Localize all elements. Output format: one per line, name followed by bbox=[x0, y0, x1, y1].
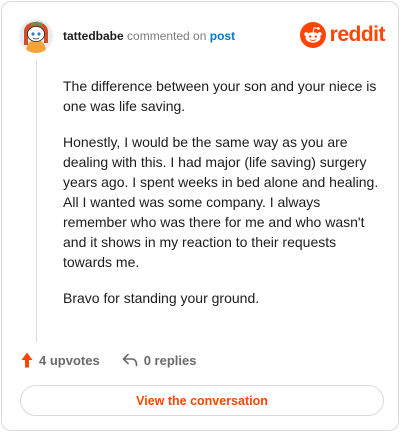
upvote-arrow-icon bbox=[21, 352, 33, 368]
upvote-button[interactable]: 4 upvotes bbox=[21, 352, 100, 368]
view-conversation-button[interactable]: View the conversation bbox=[20, 385, 384, 416]
comment-paragraph: Bravo for standing your ground. bbox=[63, 290, 260, 306]
post-link[interactable]: post bbox=[210, 29, 235, 43]
comment-paragraph: Honestly, I would be the same way as you… bbox=[63, 134, 379, 270]
author-name[interactable]: tattedbabe bbox=[63, 29, 124, 43]
reddit-brand[interactable]: reddit bbox=[299, 22, 386, 48]
upvote-count: 4 upvotes bbox=[39, 352, 100, 368]
comment-paragraph: The difference between your son and your… bbox=[63, 78, 377, 114]
reply-button[interactable]: 0 replies bbox=[122, 352, 197, 368]
reddit-wordmark: reddit bbox=[329, 23, 386, 46]
reply-count: 0 replies bbox=[143, 352, 197, 368]
byline: tattedbabe commented on post bbox=[63, 29, 235, 43]
reply-arrow-icon bbox=[122, 353, 137, 367]
avatar[interactable] bbox=[19, 19, 53, 53]
thread-line bbox=[36, 60, 37, 342]
commented-on-text: commented on bbox=[127, 29, 207, 43]
comment-header: tattedbabe commented on post reddit bbox=[19, 19, 386, 53]
comment-actions: 4 upvotes 0 replies bbox=[21, 350, 196, 370]
comment-body: The difference between your son and your… bbox=[63, 76, 383, 324]
snoo-avatar-icon bbox=[19, 19, 53, 53]
reddit-logo-icon bbox=[299, 22, 326, 48]
comment-card: tattedbabe commented on post reddit The … bbox=[1, 1, 399, 431]
